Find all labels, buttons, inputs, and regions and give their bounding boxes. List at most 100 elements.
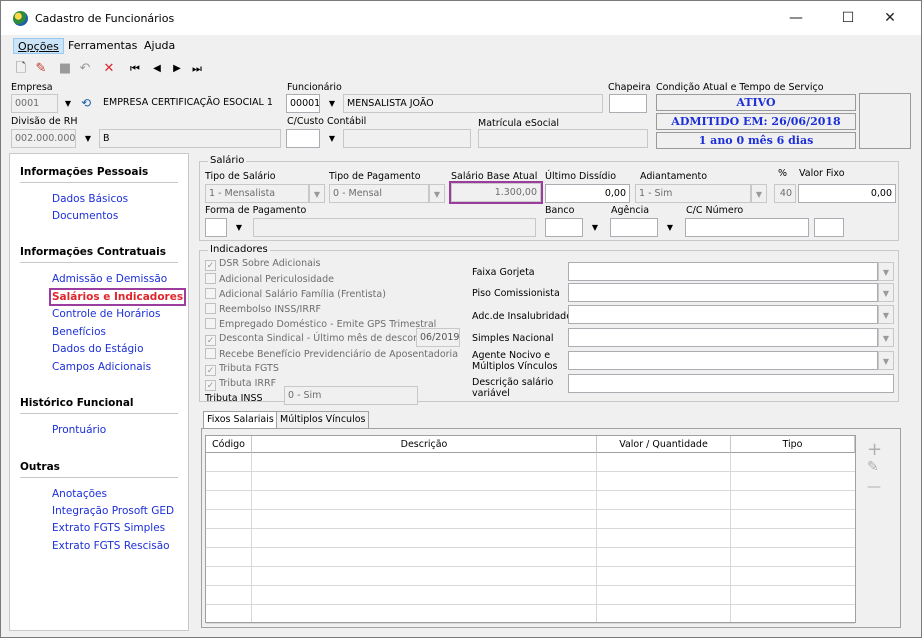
add-icon[interactable]: + [867,439,882,460]
undo-icon[interactable]: ↶ [77,61,93,77]
simples-nacional-select[interactable] [568,328,878,347]
menu-ajuda[interactable]: Ajuda [140,38,179,54]
edit-icon[interactable]: ✎ [33,61,49,77]
adiantamento-dropdown-icon[interactable]: ▼ [751,184,767,203]
menu-ferramentas[interactable]: Ferramentas [64,38,141,54]
maximize-button[interactable]: ☐ [833,6,863,30]
sidebar-item-documentos[interactable]: Documentos [52,210,118,222]
checkbox-reembolso[interactable]: Reembolso INSS/IRRF [205,303,321,315]
banco-field[interactable] [545,218,583,237]
empresa-code-field[interactable]: 0001 [11,94,58,113]
descricao-variavel-field[interactable] [568,374,894,393]
tipo-pagamento-dropdown-icon[interactable]: ▼ [429,184,445,203]
sidebar-item-beneficios[interactable]: Benefícios [52,326,106,338]
sidebar-item-extrato-fgts-rescisao[interactable]: Extrato FGTS Rescisão [52,540,170,552]
cc-numero-field[interactable] [685,218,809,237]
close-button[interactable]: ✕ [875,6,905,30]
checkbox-aposentadoria[interactable]: Recebe Benefício Previdenciário de Apose… [205,348,458,360]
checkbox-box[interactable]: ✓ [205,365,216,376]
faixa-gorjeta-dropdown-icon[interactable]: ▼ [878,262,894,281]
sidebar-item-salarios[interactable]: Salários e Indicadores [48,288,187,306]
column-header-tipo[interactable]: Tipo [731,436,855,453]
cc-digito-field[interactable] [814,218,844,237]
custo-dropdown-icon[interactable]: ▼ [324,129,340,148]
sidebar-item-controle-horarios[interactable]: Controle de Horários [52,308,160,320]
forma-dropdown-icon[interactable]: ▼ [231,218,247,237]
sidebar-item-prontuario[interactable]: Prontuário [52,424,106,436]
next-record-icon[interactable]: ▶ [169,61,185,77]
checkbox-box[interactable]: ✓ [205,380,216,391]
checkbox-box[interactable]: ✓ [205,335,216,346]
table-row[interactable] [206,548,855,567]
sindical-mes-field[interactable]: 06/2019 [416,328,460,347]
checkbox-box[interactable] [205,318,216,329]
checkbox-box[interactable] [205,288,216,299]
checkbox-salario-familia[interactable]: Adicional Salário Família (Frentista) [205,288,386,300]
funcionario-code-field[interactable]: 00001 [286,94,320,113]
new-icon[interactable]: 🗋 [13,61,29,77]
first-record-icon[interactable]: ⏮ [127,61,143,77]
save-icon[interactable]: ■ [57,61,73,77]
ultimo-dissidio-field[interactable]: 0,00 [545,184,630,203]
previous-record-icon[interactable]: ◀ [149,61,165,77]
tributa-inss-select[interactable]: 0 - Sim [284,386,418,405]
checkbox-tributa-irrf[interactable]: ✓ Tributa IRRF [205,378,276,391]
adiantamento-select[interactable]: 1 - Sim [635,184,751,203]
tipo-pagamento-select[interactable]: 0 - Mensal [329,184,429,203]
checkbox-box[interactable] [205,348,216,359]
piso-comissionista-select[interactable] [568,283,878,302]
agencia-field[interactable] [610,218,658,237]
divisao-code-field[interactable]: 002.000.000 [11,129,76,148]
tab-multiplos-vinculos[interactable]: Múltiplos Vínculos [276,411,370,428]
sidebar-item-extrato-fgts-simples[interactable]: Extrato FGTS Simples [52,522,165,534]
insalubridade-dropdown-icon[interactable]: ▼ [878,305,894,324]
checkbox-tributa-fgts[interactable]: ✓ Tributa FGTS [205,363,279,376]
table-row[interactable] [206,510,855,529]
table-row[interactable] [206,453,855,472]
tab-fixos-salariais[interactable]: Fixos Salariais [203,411,278,428]
table-row[interactable] [206,586,855,605]
tipo-salario-dropdown-icon[interactable]: ▼ [309,184,325,203]
forma-pagamento-field[interactable] [205,218,227,237]
table-row[interactable] [206,491,855,510]
menu-opcoes[interactable]: Opções [13,38,64,54]
empresa-dropdown-icon[interactable]: ▼ [60,94,76,113]
checkbox-sindical[interactable]: ✓ Desconta Sindical - Último mês de desco… [205,333,429,346]
column-header-valor[interactable]: Valor / Quantidade [597,436,731,453]
minimize-button[interactable]: — [781,6,811,30]
sidebar-item-anotacoes[interactable]: Anotações [52,488,107,500]
valor-fixo-field[interactable]: 0,00 [798,184,896,203]
banco-dropdown-icon[interactable]: ▼ [587,218,603,237]
agente-nocivo-select[interactable] [568,351,878,370]
simples-dropdown-icon[interactable]: ▼ [878,328,894,347]
table-row[interactable] [206,472,855,491]
sidebar-item-campos-adicionais[interactable]: Campos Adicionais [52,361,151,373]
agente-nocivo-dropdown-icon[interactable]: ▼ [878,351,894,370]
table-row[interactable] [206,529,855,548]
sidebar-item-estagio[interactable]: Dados do Estágio [52,343,144,355]
funcionario-dropdown-icon[interactable]: ▼ [324,94,340,113]
piso-dropdown-icon[interactable]: ▼ [878,283,894,302]
checkbox-box[interactable] [205,303,216,314]
sidebar-item-dados-basicos[interactable]: Dados Básicos [52,193,128,205]
salario-base-field[interactable]: 1.300,00 [449,181,543,204]
edit-row-icon[interactable]: ✎ [867,459,879,475]
agencia-dropdown-icon[interactable]: ▼ [662,218,678,237]
column-header-codigo[interactable]: Código [206,436,252,453]
checkbox-periculosidade[interactable]: Adicional Periculosidade [205,273,334,285]
custo-contabil-field[interactable] [286,129,320,148]
sidebar-item-integracao-ged[interactable]: Integração Prosoft GED [52,505,174,517]
table-row[interactable] [206,567,855,586]
checkbox-domestico[interactable]: Empregado Doméstico - Emite GPS Trimestr… [205,318,436,330]
checkbox-box[interactable]: ✓ [205,260,216,271]
table-row[interactable] [206,605,855,624]
checkbox-dsr[interactable]: ✓ DSR Sobre Adicionais [205,258,321,271]
refresh-icon[interactable]: ⟲ [78,94,94,113]
sidebar-item-admissao[interactable]: Admissão e Demissão [52,273,167,285]
column-header-descricao[interactable]: Descrição [252,436,597,453]
delete-icon[interactable]: ✕ [101,61,117,77]
tipo-salario-select[interactable]: 1 - Mensalista [205,184,309,203]
last-record-icon[interactable]: ⏭ [189,61,205,77]
divisao-dropdown-icon[interactable]: ▼ [80,129,96,148]
chapeira-field[interactable] [609,94,647,113]
